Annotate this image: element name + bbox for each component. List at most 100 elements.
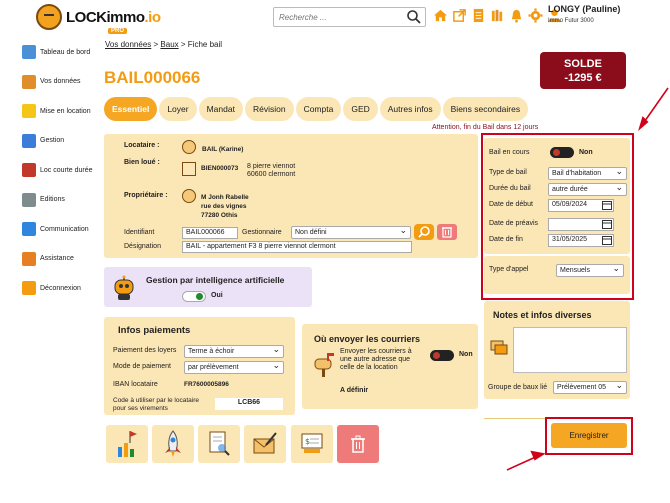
sidebar-item-3[interactable]: Gestion — [22, 133, 102, 148]
ai-title: Gestion par intelligence artificielle — [146, 275, 285, 285]
mail-title: Où envoyer les courriers — [314, 334, 421, 344]
proprietaire-label: Propriétaire : — [124, 192, 168, 199]
mail-desc-1: Envoyer les courriers à — [340, 348, 412, 355]
bien-address-2: 60600 clermont — [247, 171, 296, 178]
action-mail-button[interactable] — [244, 425, 286, 463]
suitcase-icon — [22, 163, 36, 177]
locataire-value[interactable]: BAIL (Karine) — [202, 146, 243, 153]
tab-6[interactable]: Autres infos — [379, 97, 441, 121]
search-gestionnaire-icon[interactable] — [414, 224, 434, 240]
books-icon[interactable] — [490, 8, 505, 23]
action-rocket-button[interactable] — [152, 425, 194, 463]
bien-address-1: 8 pierre viennot — [247, 163, 296, 170]
sidebar-item-label: Déconnexion — [40, 284, 81, 292]
page-title: BAIL000066 — [104, 68, 201, 87]
breadcrumb: Vos données > Baux > Fiche bail — [105, 40, 223, 49]
tab-4[interactable]: Compta — [295, 97, 342, 121]
tab-1[interactable]: Loyer — [159, 97, 197, 121]
sidebar-item-label: Communication — [40, 225, 89, 233]
iban-value: FR7600005896 — [184, 381, 229, 388]
mode-paiement-select[interactable]: par prélèvement — [184, 360, 284, 374]
sidebar-item-label: Gestion — [40, 137, 65, 144]
sidebar-item-8[interactable]: Déconnexion — [22, 281, 102, 295]
mail-address: A définir — [340, 387, 369, 394]
gear-icon[interactable] — [528, 8, 543, 23]
action-chart-button[interactable] — [106, 425, 148, 463]
sidebar-item-5[interactable]: Editions — [22, 192, 102, 207]
notes-textarea[interactable] — [513, 327, 627, 373]
external-link-icon[interactable] — [452, 8, 467, 23]
bien-ref[interactable]: BIEN000073 — [201, 165, 238, 172]
sidebar-item-4[interactable]: Loc courte durée — [22, 163, 102, 177]
rocket-icon — [165, 430, 181, 457]
document-icon[interactable] — [471, 8, 486, 23]
tab-7[interactable]: Biens secondaires — [442, 97, 529, 121]
sidebar-item-0[interactable]: Tableau de bord — [22, 45, 102, 59]
user-info[interactable]: LONGY (Pauline) Immo Futur 3000 — [548, 4, 620, 24]
toggle-knob — [196, 293, 203, 300]
tab-2[interactable]: Mandat — [198, 97, 243, 121]
logout-icon — [22, 281, 36, 295]
payments-title: Infos paiements — [118, 325, 191, 336]
bien-label: Bien loué : — [124, 159, 160, 166]
gestionnaire-select[interactable]: Non défini — [291, 225, 411, 239]
annotation-box-right-panel — [481, 133, 634, 300]
breadcrumb-baux[interactable]: Baux — [160, 40, 178, 49]
sidebar-item-2[interactable]: Mise en location — [22, 104, 102, 118]
gestionnaire-label: Gestionnaire — [242, 229, 282, 236]
identifiant-label: Identifiant — [124, 229, 155, 236]
mode-paiement-label: Mode de paiement — [113, 363, 171, 370]
bell-icon[interactable] — [509, 8, 524, 23]
home-icon[interactable] — [433, 8, 448, 23]
code-value[interactable]: LCB66 — [215, 398, 283, 410]
attention-message: Attention, fin du Bail dans 12 jours — [432, 124, 539, 131]
designation-input[interactable]: BAIL - appartement F3 8 pierre viennot c… — [182, 241, 412, 253]
designation-label: Désignation — [124, 243, 161, 250]
solde-badge: SOLDE -1295 € — [540, 52, 626, 89]
tab-5[interactable]: GED — [343, 97, 378, 121]
delete-bail-button[interactable] — [337, 425, 379, 463]
groupe-baux-select[interactable]: Prélèvement 05 — [553, 380, 627, 394]
action-document-button[interactable] — [198, 425, 240, 463]
locataire-label: Locataire : — [124, 142, 160, 149]
user-name: LONGY (Pauline) — [548, 4, 621, 14]
tiger-logo-icon — [36, 4, 62, 30]
tab-0[interactable]: Essentiel — [104, 97, 158, 121]
person-icon — [22, 74, 36, 89]
action-invoice-button[interactable]: $ — [291, 425, 333, 463]
code-label-2: pour ses virements — [113, 405, 168, 412]
proprietaire-name[interactable]: M Jonh Rabelle — [201, 194, 249, 201]
invoice-icon: $ — [301, 433, 323, 453]
sidebar-item-7[interactable]: Assistance — [22, 251, 102, 266]
chart-icon — [22, 192, 36, 207]
search-icon[interactable] — [406, 9, 422, 25]
sidebar-item-label: Editions — [40, 196, 65, 203]
mail-toggle[interactable] — [430, 350, 454, 361]
groupe-baux-label: Groupe de baux lié — [488, 384, 548, 391]
breadcrumb-vos-donnees[interactable]: Vos données — [105, 40, 151, 49]
logo[interactable]: LOCKimmo.io PRO — [36, 4, 161, 34]
delete-gestionnaire-icon[interactable] — [437, 224, 457, 240]
logo-text: LOCKimmo.io — [66, 8, 161, 26]
sidebar-item-1[interactable]: Vos données — [22, 74, 102, 89]
mail-panel: Où envoyer les courriers Envoyer les cou… — [302, 324, 478, 409]
envelope-pen-icon — [253, 432, 277, 454]
sidebar-item-label: Mise en location — [40, 107, 91, 115]
mail-desc-2: une autre adresse que — [340, 356, 411, 363]
key-icon — [22, 104, 36, 118]
paiement-select[interactable]: Terme à échoir — [184, 344, 284, 358]
user-company: Immo Futur 3000 — [548, 18, 594, 24]
search-input[interactable] — [273, 7, 426, 27]
identifiant-input[interactable]: BAIL000066 — [182, 227, 238, 239]
annotation-box-save — [545, 417, 633, 455]
breadcrumb-current: Fiche bail — [187, 40, 223, 49]
management-icon — [22, 133, 36, 148]
ai-toggle[interactable] — [182, 291, 206, 302]
trash-icon — [351, 435, 365, 453]
sidebar-item-6[interactable]: Communication — [22, 222, 102, 236]
toggle-knob — [433, 352, 440, 359]
proprietaire-address-2: 77280 Othis — [201, 212, 238, 219]
sidebar-item-label: Tableau de bord — [40, 48, 91, 56]
tab-3[interactable]: Révision — [244, 97, 294, 121]
notes-panel: Notes et infos diverses Groupe de baux l… — [484, 301, 630, 399]
